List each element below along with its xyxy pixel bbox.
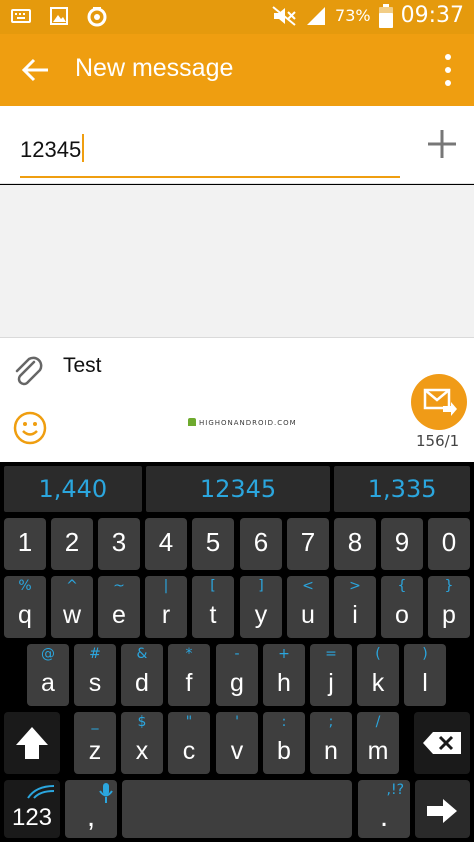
- key-e[interactable]: ~ e: [98, 576, 140, 638]
- key-d[interactable]: & d: [121, 644, 163, 706]
- key-7[interactable]: 7: [287, 518, 329, 570]
- key-i[interactable]: > i: [334, 576, 376, 638]
- send-mail-icon: [423, 388, 457, 416]
- key-h[interactable]: + h: [263, 644, 305, 706]
- add-recipient-icon[interactable]: [426, 128, 458, 160]
- key-q[interactable]: % q: [4, 576, 46, 638]
- key-4[interactable]: 4: [145, 518, 187, 570]
- key-y[interactable]: ] y: [240, 576, 282, 638]
- key-w[interactable]: ^ w: [51, 576, 93, 638]
- gallery-notification-icon: [50, 7, 68, 25]
- app-notification-icon: [87, 7, 107, 27]
- enter-arrow-icon: [427, 799, 457, 823]
- shift-arrow-icon: [16, 727, 48, 759]
- battery-icon: [378, 3, 393, 28]
- key-9[interactable]: 9: [381, 518, 423, 570]
- period-key[interactable]: ,!? .: [358, 780, 410, 838]
- swiftkey-icon: [27, 785, 55, 799]
- keyboard: 1,440 12345 1,335 1 2 3 4 5 6 7 8 9 0 % q…: [0, 462, 474, 842]
- key-p[interactable]: } p: [428, 576, 470, 638]
- suggestion-item[interactable]: 1,335: [334, 466, 470, 512]
- emoji-icon[interactable]: [12, 410, 48, 446]
- signal-icon: [307, 6, 326, 25]
- key-j[interactable]: = j: [310, 644, 352, 706]
- compose-bar: Test HIGHONANDROID.COM 156/1: [0, 337, 474, 462]
- symbols-key[interactable]: 123: [4, 780, 60, 838]
- character-counter: 156/1: [416, 432, 460, 450]
- key-6[interactable]: 6: [240, 518, 282, 570]
- send-button[interactable]: [411, 374, 467, 430]
- key-b[interactable]: :b: [263, 712, 305, 774]
- attach-icon[interactable]: [12, 356, 46, 390]
- app-bar: New message: [0, 34, 474, 106]
- key-s[interactable]: # s: [74, 644, 116, 706]
- suggestion-item[interactable]: 12345: [145, 466, 331, 512]
- key-2[interactable]: 2: [51, 518, 93, 570]
- suggestion-bar: 1,440 12345 1,335: [0, 462, 474, 516]
- overflow-menu-icon[interactable]: [444, 54, 452, 86]
- key-f[interactable]: * f: [168, 644, 210, 706]
- key-v[interactable]: ' v: [216, 712, 258, 774]
- backspace-key[interactable]: [414, 712, 470, 774]
- enter-key[interactable]: [415, 780, 470, 838]
- android-logo-icon: [188, 418, 196, 426]
- key-z[interactable]: _ z: [74, 712, 116, 774]
- space-bar[interactable]: [122, 780, 352, 838]
- key-8[interactable]: 8: [334, 518, 376, 570]
- battery-percent: 73%: [335, 6, 371, 25]
- key-l[interactable]: ) l: [404, 644, 446, 706]
- mute-icon: [272, 5, 296, 26]
- page-title: New message: [75, 54, 234, 82]
- key-t[interactable]: [t: [192, 576, 234, 638]
- key-3[interactable]: 3: [98, 518, 140, 570]
- backspace-icon: [423, 732, 461, 754]
- recipient-input[interactable]: 12345: [20, 128, 400, 178]
- key-1[interactable]: 1: [4, 518, 46, 570]
- comma-key[interactable]: ,: [65, 780, 117, 838]
- key-x[interactable]: $ x: [121, 712, 163, 774]
- key-g[interactable]: -g: [216, 644, 258, 706]
- keyboard-notification-icon: [11, 9, 31, 23]
- back-arrow-icon[interactable]: [18, 52, 54, 88]
- status-bar: 73% 09:37: [0, 0, 474, 34]
- shift-key[interactable]: [4, 712, 60, 774]
- key-c[interactable]: " c: [168, 712, 210, 774]
- key-0[interactable]: 0: [428, 518, 470, 570]
- message-input[interactable]: Test: [63, 354, 102, 378]
- conversation-area: [0, 185, 474, 337]
- recipient-value: 12345: [20, 137, 82, 162]
- key-5[interactable]: 5: [192, 518, 234, 570]
- status-time: 09:37: [400, 3, 464, 28]
- key-r[interactable]: | r: [145, 576, 187, 638]
- key-o[interactable]: {o: [381, 576, 423, 638]
- key-u[interactable]: < u: [287, 576, 329, 638]
- key-a[interactable]: @ a: [27, 644, 69, 706]
- watermark: HIGHONANDROID.COM: [188, 418, 297, 427]
- suggestion-item[interactable]: 1,440: [4, 466, 142, 512]
- text-cursor: [82, 134, 85, 162]
- key-k[interactable]: (k: [357, 644, 399, 706]
- key-m[interactable]: / m: [357, 712, 399, 774]
- key-n[interactable]: ; n: [310, 712, 352, 774]
- recipient-row: 12345: [0, 106, 474, 184]
